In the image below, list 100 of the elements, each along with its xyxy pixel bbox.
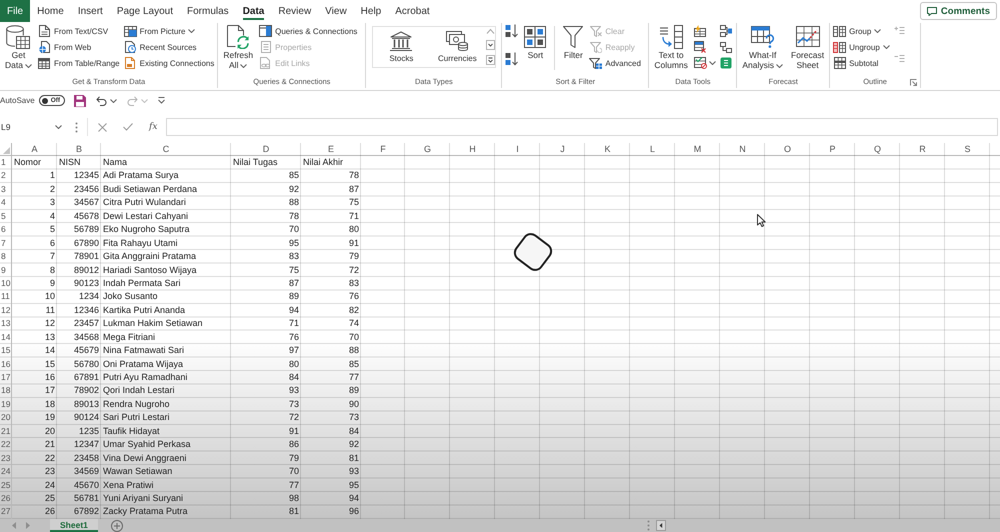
ribbon-button[interactable]: Filter	[561, 23, 586, 76]
column-header[interactable]: O	[765, 143, 810, 156]
gallery-item[interactable]: Stocks	[373, 27, 430, 67]
ribbon-button[interactable]: Queries & Connections	[259, 23, 358, 39]
row-header[interactable]: 7	[0, 236, 12, 250]
row-header[interactable]: 20	[0, 411, 12, 425]
plus-circle-icon[interactable]	[110, 520, 123, 532]
ribbon-button[interactable]: Ungroup	[833, 39, 890, 55]
row-header[interactable]: 18	[0, 384, 12, 398]
row-header[interactable]: 10	[0, 276, 12, 290]
column-header[interactable]: S	[945, 143, 990, 156]
column-header[interactable]: Q	[855, 143, 900, 156]
row-header[interactable]: 27	[0, 505, 12, 519]
ribbon-button[interactable]: Existing Connections	[124, 55, 214, 71]
ribbon-button[interactable]: What-If Analysis	[740, 23, 786, 76]
sort-ascending-button[interactable]	[505, 23, 518, 39]
globe-document-icon	[38, 41, 50, 53]
column-header[interactable]: P	[810, 143, 855, 156]
scroll-up-icon[interactable]	[486, 28, 495, 34]
ribbon-button[interactable]: From Web	[38, 39, 120, 55]
ribbon-button[interactable]: Sort	[522, 23, 548, 76]
ribbon-button[interactable]: Group	[833, 23, 890, 39]
column-header[interactable]: R	[900, 143, 945, 156]
row-header[interactable]: 15	[0, 344, 12, 358]
ribbon-tab[interactable]: View	[318, 0, 354, 22]
ribbon-button[interactable]: Advanced	[589, 55, 641, 71]
bank-building-icon	[390, 31, 412, 51]
expand-icon[interactable]	[486, 55, 495, 65]
ribbon-tab[interactable]: Home	[30, 0, 71, 22]
column-header[interactable]: B	[57, 143, 101, 156]
ribbon-button[interactable]: Get Data	[3, 23, 34, 76]
gallery-item[interactable]: Currencies	[429, 27, 486, 67]
corner-arrow-icon[interactable]	[910, 78, 918, 86]
scroll-down-icon[interactable]	[486, 40, 495, 50]
ribbon-button[interactable]: Recent Sources	[124, 39, 214, 55]
comments-button[interactable]: Comments	[920, 2, 997, 20]
sort-descending-button[interactable]	[505, 51, 518, 67]
row-header[interactable]: 23	[0, 452, 12, 466]
insert-function-button[interactable]: fx	[149, 122, 158, 132]
row-header[interactable]: 9	[0, 264, 12, 277]
row-header[interactable]: 17	[0, 371, 12, 384]
row-header[interactable]: 22	[0, 438, 12, 452]
save-button[interactable]	[74, 94, 86, 106]
column-header[interactable]: K	[585, 143, 630, 156]
column-header[interactable]: E	[301, 143, 361, 156]
sheet-tab[interactable]: Sheet1	[50, 519, 98, 532]
cancel-icon[interactable]	[98, 122, 107, 132]
row-header[interactable]: 25	[0, 478, 12, 492]
column-header[interactable]: J	[540, 143, 585, 156]
row-header[interactable]: 6	[0, 223, 12, 237]
relationships-button[interactable]	[720, 39, 732, 55]
row-header[interactable]: 13	[0, 317, 12, 331]
undo-button[interactable]	[96, 96, 118, 106]
ribbon-tab[interactable]: Insert	[70, 0, 110, 22]
ribbon-button[interactable]: From Table/Range	[38, 55, 120, 71]
formula-field[interactable]	[166, 118, 998, 136]
column-header[interactable]: H	[450, 143, 495, 156]
scroll-left-icon[interactable]	[656, 520, 666, 531]
column-header[interactable]: N	[720, 143, 765, 156]
row-header[interactable]: 14	[0, 330, 12, 344]
row-header[interactable]: 4	[0, 196, 12, 210]
ribbon-button[interactable]: Text to Columns	[652, 23, 690, 76]
ribbon-button[interactable]: Refresh All	[221, 23, 256, 76]
ribbon-tab[interactable]: Help	[354, 0, 388, 22]
row-header[interactable]: 21	[0, 424, 12, 438]
row-header[interactable]: 3	[0, 182, 12, 196]
ribbon-tab[interactable]: Acrobat	[388, 0, 437, 22]
row-header[interactable]: 5	[0, 210, 12, 224]
column-header[interactable]: C	[101, 143, 231, 156]
table-cell-text: 88	[348, 344, 360, 358]
check-icon[interactable]	[123, 123, 133, 131]
column-header[interactable]: G	[405, 143, 450, 156]
consolidate-button[interactable]	[720, 23, 732, 39]
ribbon-button[interactable]: Forecast Sheet	[789, 23, 826, 76]
row-header[interactable]: 1	[0, 156, 12, 170]
customize-button[interactable]	[158, 97, 166, 104]
column-header[interactable]: D	[231, 143, 301, 156]
data-validation-button[interactable]	[694, 55, 716, 71]
row-header[interactable]: 11	[0, 290, 12, 304]
caret-icon[interactable]	[55, 125, 62, 129]
row-header[interactable]: 26	[0, 492, 12, 506]
ribbon-button[interactable]: From Picture	[124, 23, 214, 39]
row-header[interactable]: 19	[0, 398, 12, 412]
column-header[interactable]: M	[675, 143, 720, 156]
row-header[interactable]: 24	[0, 465, 12, 478]
column-header[interactable]: L	[630, 143, 675, 156]
ribbon-tab[interactable]: Formulas	[180, 0, 236, 22]
row-header[interactable]: 8	[0, 250, 12, 264]
row-header[interactable]: 12	[0, 304, 12, 318]
row-header[interactable]: 2	[0, 169, 12, 183]
column-header[interactable]: F	[361, 143, 405, 156]
ribbon-button[interactable]: Subtotal	[833, 55, 890, 71]
file-tab[interactable]: File	[0, 0, 30, 22]
more-options-icon[interactable]	[75, 122, 78, 132]
ribbon-button[interactable]: From Text/CSV	[38, 23, 120, 39]
column-header[interactable]: A	[12, 143, 57, 156]
ribbon-tab[interactable]: Review	[271, 0, 318, 22]
row-header[interactable]: 16	[0, 358, 12, 371]
ribbon-tab[interactable]: Page Layout	[110, 0, 180, 22]
column-header[interactable]: I	[495, 143, 540, 156]
